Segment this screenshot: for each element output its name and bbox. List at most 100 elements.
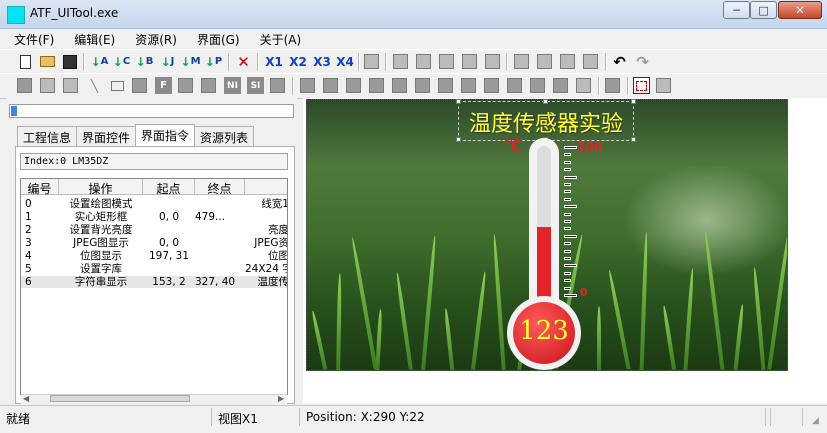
column-header-op[interactable]: 操作 xyxy=(59,179,143,196)
cell-extra[interactable]: 温度传 xyxy=(245,276,288,289)
widget-i-icon[interactable] xyxy=(461,78,476,93)
rect-tool-icon[interactable] xyxy=(109,77,126,94)
widget-m-icon[interactable] xyxy=(553,78,568,93)
widget-g-icon[interactable] xyxy=(415,78,430,93)
space-vertical-icon[interactable] xyxy=(583,54,598,69)
cell-start[interactable]: 0, 0 xyxy=(143,211,195,224)
menu-file[interactable]: 文件(F) xyxy=(0,29,60,49)
line-tool-icon[interactable]: ╲ xyxy=(86,77,103,94)
column-header-extra[interactable] xyxy=(245,179,287,195)
align-right-icon[interactable] xyxy=(462,54,477,69)
tab-ui-controls[interactable]: 界面控件 xyxy=(76,126,137,147)
align-j-icon[interactable]: ↓ J xyxy=(159,53,176,70)
cell-op[interactable]: 设置绘图模式 xyxy=(59,198,143,211)
column-header-end[interactable]: 终点 xyxy=(195,179,245,196)
save-icon[interactable] xyxy=(61,53,78,70)
widget-f-icon[interactable] xyxy=(392,78,407,93)
cell-op[interactable]: 字符串显示 xyxy=(59,276,143,289)
widget-j-icon[interactable] xyxy=(484,78,499,93)
undo-icon[interactable]: ↶ xyxy=(611,53,628,71)
align-center-icon[interactable] xyxy=(485,54,500,69)
menu-edit[interactable]: 编辑(E) xyxy=(60,29,121,49)
cell-op[interactable]: 设置字库 xyxy=(59,263,143,276)
cell-no[interactable]: 3 xyxy=(25,237,55,250)
align-left-icon[interactable] xyxy=(439,54,454,69)
select-tool-icon[interactable] xyxy=(17,78,32,93)
same-width-icon[interactable] xyxy=(514,54,529,69)
align-b-icon[interactable]: ↓ B xyxy=(136,53,154,70)
cell-op[interactable]: JPEG图显示 xyxy=(59,237,143,250)
close-button[interactable]: ✕ xyxy=(778,1,822,19)
column-header-no[interactable]: 编号 xyxy=(21,179,59,196)
align-p-icon[interactable]: ↓ P xyxy=(205,53,222,70)
widget-b-icon[interactable] xyxy=(300,78,315,93)
scrollbar-thumb[interactable] xyxy=(50,395,190,402)
align-bottom-icon[interactable] xyxy=(416,54,431,69)
menu-resource[interactable]: 资源(R) xyxy=(121,29,183,49)
widget-d-icon[interactable] xyxy=(346,78,361,93)
cell-start[interactable]: 197, 31 xyxy=(143,250,195,263)
align-c-icon[interactable]: ↓ C xyxy=(113,53,130,70)
delete-icon[interactable]: ✕ xyxy=(235,53,252,71)
minimize-button[interactable]: ─ xyxy=(723,1,750,19)
layout-icon[interactable] xyxy=(364,54,379,69)
cell-no[interactable]: 2 xyxy=(25,224,55,237)
zoom-x3-button[interactable]: X3 xyxy=(311,53,333,70)
zoom-x2-button[interactable]: X2 xyxy=(287,53,309,70)
bitmap-tool-icon[interactable] xyxy=(201,78,216,93)
cell-no[interactable]: 5 xyxy=(25,263,55,276)
cell-no[interactable]: 0 xyxy=(25,198,55,211)
fill-rect-tool-icon[interactable] xyxy=(132,78,147,93)
widget-n-icon[interactable] xyxy=(576,78,591,93)
align-a-icon[interactable]: ↓ A xyxy=(91,53,109,70)
cell-start[interactable]: 0, 0 xyxy=(143,237,195,250)
menu-ui[interactable]: 界面(G) xyxy=(183,29,246,49)
zoom-x1-button[interactable]: X1 xyxy=(263,53,285,70)
resize-grip-icon[interactable]: ◢ xyxy=(812,416,819,426)
image-tool-icon[interactable] xyxy=(178,78,193,93)
widget-h-icon[interactable] xyxy=(438,78,453,93)
cell-extra[interactable]: 位图 xyxy=(245,250,287,263)
tab-resource-list[interactable]: 资源列表 xyxy=(194,126,255,147)
resize-handle[interactable] xyxy=(631,99,636,104)
font-tool-icon[interactable]: F xyxy=(155,77,172,94)
new-file-icon[interactable] xyxy=(17,53,34,70)
space-horizontal-icon[interactable] xyxy=(560,54,575,69)
resize-handle[interactable] xyxy=(456,99,461,104)
zoom-x4-button[interactable]: X4 xyxy=(334,53,356,70)
pointer-tool-icon[interactable] xyxy=(40,78,55,93)
group-tool-icon[interactable] xyxy=(63,78,78,93)
command-list[interactable]: 编号 操作 起点 终点 0 设置绘图模式 线宽1 1 实心矩形框 0, 0 479... 2 设… xyxy=(20,178,288,395)
same-height-icon[interactable] xyxy=(537,54,552,69)
scroll-right-icon[interactable]: ▶ xyxy=(278,394,284,403)
widget-e-icon[interactable] xyxy=(369,78,384,93)
cell-no[interactable]: 1 xyxy=(25,211,55,224)
cell-end[interactable]: 327, 40 xyxy=(195,276,245,289)
canvas-title-text[interactable]: 温度传感器实验 xyxy=(460,106,632,138)
maximize-button[interactable]: □ xyxy=(750,1,777,19)
widget-k-icon[interactable] xyxy=(507,78,522,93)
cell-op[interactable]: 实心矩形框 xyxy=(59,211,143,224)
export-icon[interactable] xyxy=(656,78,671,93)
scroll-left-icon[interactable]: ◀ xyxy=(23,394,29,403)
tab-project-info[interactable]: 工程信息 xyxy=(17,126,78,147)
column-header-start[interactable]: 起点 xyxy=(143,179,195,196)
cell-no[interactable]: 6 xyxy=(25,276,55,289)
cell-extra[interactable]: JPEG资 xyxy=(245,237,287,250)
screen-capture-icon[interactable] xyxy=(633,77,650,94)
cell-end[interactable]: 479... xyxy=(195,211,245,224)
align-top-icon[interactable] xyxy=(393,54,408,69)
redo-icon[interactable]: ↷ xyxy=(634,53,651,71)
widget-o-icon[interactable] xyxy=(605,78,620,93)
cell-extra[interactable]: 亮度 xyxy=(245,224,287,237)
align-m-icon[interactable]: ↓ M xyxy=(181,53,201,70)
cell-extra[interactable]: 24X24 字 xyxy=(245,263,287,276)
widget-c-icon[interactable] xyxy=(323,78,338,93)
widget-l-icon[interactable] xyxy=(530,78,545,93)
cell-op[interactable]: 位图显示 xyxy=(59,250,143,263)
tab-ui-commands[interactable]: 界面指令 xyxy=(135,124,196,147)
number-tool-icon[interactable]: NI xyxy=(224,77,241,94)
string-tool-icon[interactable]: SI xyxy=(247,77,264,94)
index-field[interactable]: Index:0 LM35DZ xyxy=(20,153,288,170)
open-folder-icon[interactable] xyxy=(39,53,56,70)
